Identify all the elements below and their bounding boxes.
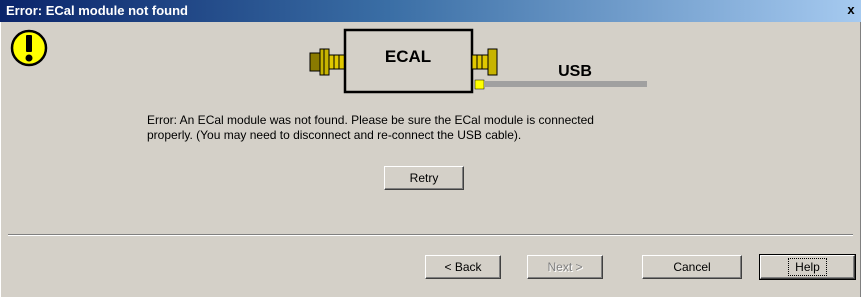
exclamation-warning-icon [10,29,48,67]
usb-cable [484,81,647,87]
cancel-button[interactable]: Cancel [642,255,742,279]
divider [8,234,853,236]
next-button-label: Next > [547,260,583,274]
error-message-line2: properly. (You may need to disconnect an… [147,128,522,142]
cancel-button-label: Cancel [673,260,711,274]
help-button[interactable]: Help [759,254,856,280]
usb-plug-icon [474,79,485,90]
title-bar[interactable]: Error: ECal module not found x [0,0,861,22]
ecal-label: ECAL [385,47,431,66]
ecal-usb-diagram: ECAL USB [205,24,650,100]
error-message: Error: An ECal module was not found. Ple… [147,113,747,143]
help-button-label: Help [788,258,827,276]
retry-button-label: Retry [409,171,439,185]
error-message-line1: Error: An ECal module was not found. Ple… [147,113,594,127]
usb-label: USB [558,63,592,80]
retry-button[interactable]: Retry [384,166,464,190]
back-button[interactable]: < Back [425,255,501,279]
window-title: Error: ECal module not found [6,3,188,18]
back-button-label: < Back [444,260,482,274]
next-button[interactable]: Next > [527,255,603,279]
close-icon[interactable]: x [844,2,858,18]
